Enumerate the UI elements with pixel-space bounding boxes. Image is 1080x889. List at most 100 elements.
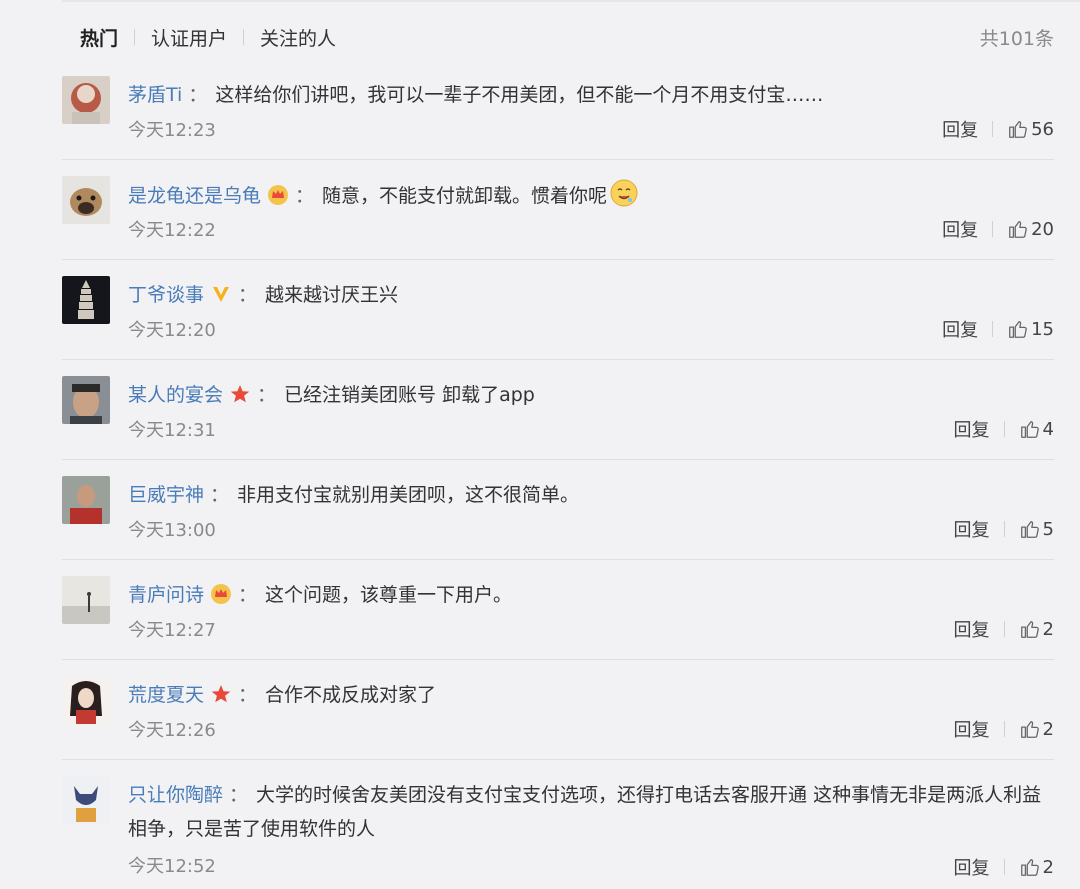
action-divider (992, 321, 994, 337)
avatar[interactable] (62, 476, 110, 524)
like-button[interactable]: 2 (1019, 618, 1054, 640)
colon-separator: ： (295, 185, 315, 207)
comment-time: 今天12:23 (128, 120, 216, 141)
thumbs-up-icon (1020, 621, 1039, 638)
thumbs-up-icon (1009, 121, 1027, 138)
thumbs-up-icon (1009, 321, 1027, 338)
comment-username[interactable]: 巨威宇神 (128, 484, 204, 506)
tab-divider (134, 29, 136, 45)
reply-button[interactable]: 回复 (954, 716, 990, 742)
comment-item: 丁爷谈事 ： 越来越讨厌王兴 今天12:20 回复 15 (62, 260, 1054, 360)
crown-badge-icon (210, 583, 232, 605)
reply-button[interactable]: 回复 (942, 216, 978, 242)
avatar[interactable] (62, 776, 110, 824)
tab-hot[interactable]: 热门 (80, 24, 118, 51)
star-badge-icon (229, 383, 251, 405)
comment-text: 合作不成反成对家了 (265, 684, 437, 706)
like-button[interactable]: 56 (1007, 118, 1054, 140)
like-button[interactable]: 2 (1019, 856, 1054, 878)
comment-time: 今天12:20 (128, 320, 216, 341)
comment-text: 这样给你们讲吧，我可以一辈子不用美团，但不能一个月不用支付宝…… (215, 84, 824, 106)
colon-separator: ： (257, 384, 277, 406)
action-divider (1003, 421, 1005, 437)
tab-divider (243, 29, 245, 45)
like-button[interactable]: 20 (1007, 218, 1054, 240)
colon-separator: ： (229, 784, 249, 806)
crown-badge-icon (267, 184, 289, 206)
avatar[interactable] (62, 576, 110, 624)
comment-text: 非用支付宝就别用美团呗，这不很简单。 (237, 484, 580, 506)
drooling-face-emoji (609, 178, 639, 208)
comment-username[interactable]: 丁爷谈事 (128, 284, 204, 306)
action-divider (1003, 521, 1005, 537)
comment-item: 巨威宇神 ： 非用支付宝就别用美团呗，这不很简单。 今天13:00 回复 5 (62, 460, 1054, 560)
colon-separator: ： (238, 684, 258, 706)
reply-button[interactable]: 回复 (954, 854, 990, 880)
avatar[interactable] (62, 76, 110, 124)
like-button[interactable]: 5 (1019, 518, 1054, 540)
tab-verified-users[interactable]: 认证用户 (151, 24, 227, 51)
comment-text: 大学的时候舍友美团没有支付宝支付选项，还得打电话去客服开通 这种事情无非是两派人… (128, 784, 1042, 840)
action-divider (992, 121, 994, 137)
like-button[interactable]: 2 (1019, 718, 1054, 740)
like-button[interactable]: 15 (1007, 318, 1054, 340)
comment-filter-tabs: 热门 认证用户 关注的人 (80, 22, 336, 52)
comment-text: 这个问题，该尊重一下用户。 (265, 584, 513, 606)
comment-username[interactable]: 只让你陶醉 (128, 784, 223, 806)
verified-v-icon (210, 283, 232, 305)
comment-item: 茅盾Ti ： 这样给你们讲吧，我可以一辈子不用美团，但不能一个月不用支付宝…… 今天… (62, 60, 1054, 160)
comment-text: 越来越讨厌王兴 (265, 284, 399, 306)
reply-button[interactable]: 回复 (942, 316, 978, 342)
thumbs-up-icon (1020, 521, 1039, 538)
thumbs-up-icon (1009, 221, 1027, 238)
reply-button[interactable]: 回复 (954, 516, 990, 542)
comment-item: 青庐问诗 ： 这个问题，该尊重一下用户。 今天12:27 回复 2 (62, 560, 1054, 660)
action-divider (1003, 621, 1005, 637)
like-count: 2 (1042, 718, 1054, 740)
action-divider (992, 221, 994, 237)
avatar[interactable] (62, 176, 110, 224)
comment-text: 已经注销美团账号 卸载了app (284, 384, 535, 406)
avatar[interactable] (62, 376, 110, 424)
colon-separator: ： (188, 84, 208, 106)
colon-separator: ： (238, 584, 258, 606)
comment-username[interactable]: 是龙龟还是乌龟 (128, 185, 261, 207)
like-count: 20 (1031, 218, 1054, 240)
comment-username[interactable]: 茅盾Ti (128, 84, 182, 106)
thumbs-up-icon (1020, 721, 1039, 738)
comment-time: 今天12:27 (128, 620, 216, 641)
reply-button[interactable]: 回复 (954, 616, 990, 642)
comment-total-count: 共101条 (979, 28, 1054, 50)
comment-username[interactable]: 青庐问诗 (128, 584, 204, 606)
tab-following[interactable]: 关注的人 (260, 24, 336, 51)
thumbs-up-icon (1020, 859, 1039, 876)
comment-text: 随意，不能支付就卸载。惯着你呢 (322, 185, 608, 207)
colon-separator: ： (210, 484, 230, 506)
comment-time: 今天13:00 (128, 520, 216, 541)
like-count: 56 (1031, 118, 1054, 140)
comment-time: 今天12:26 (128, 720, 216, 741)
comment-username[interactable]: 某人的宴会 (128, 384, 223, 406)
like-count: 15 (1031, 318, 1054, 340)
like-count: 2 (1042, 856, 1054, 878)
thumbs-up-icon (1020, 421, 1039, 438)
action-divider (1003, 859, 1005, 875)
reply-button[interactable]: 回复 (942, 116, 978, 142)
avatar[interactable] (62, 276, 110, 324)
comment-item: 是龙龟还是乌龟 ： 随意，不能支付就卸载。惯着你呢 今天12:22 回复 20 (62, 160, 1054, 260)
star-badge-icon (210, 683, 232, 705)
comment-item: 某人的宴会 ： 已经注销美团账号 卸载了app 今天12:31 回复 4 (62, 360, 1054, 460)
avatar[interactable] (62, 676, 110, 724)
action-divider (1003, 721, 1005, 737)
comment-time: 今天12:52 (128, 856, 216, 877)
like-count: 4 (1042, 418, 1054, 440)
like-button[interactable]: 4 (1019, 418, 1054, 440)
reply-button[interactable]: 回复 (954, 416, 990, 442)
comment-username[interactable]: 荒度夏天 (128, 684, 204, 706)
comment-time: 今天12:22 (128, 220, 216, 241)
like-count: 5 (1042, 518, 1054, 540)
comment-item: 荒度夏天 ： 合作不成反成对家了 今天12:26 回复 2 (62, 660, 1054, 760)
comment-item: 只让你陶醉 ：大学的时候舍友美团没有支付宝支付选项，还得打电话去客服开通 这种事情… (62, 760, 1054, 889)
comment-time: 今天12:31 (128, 420, 216, 441)
colon-separator: ： (238, 284, 258, 306)
